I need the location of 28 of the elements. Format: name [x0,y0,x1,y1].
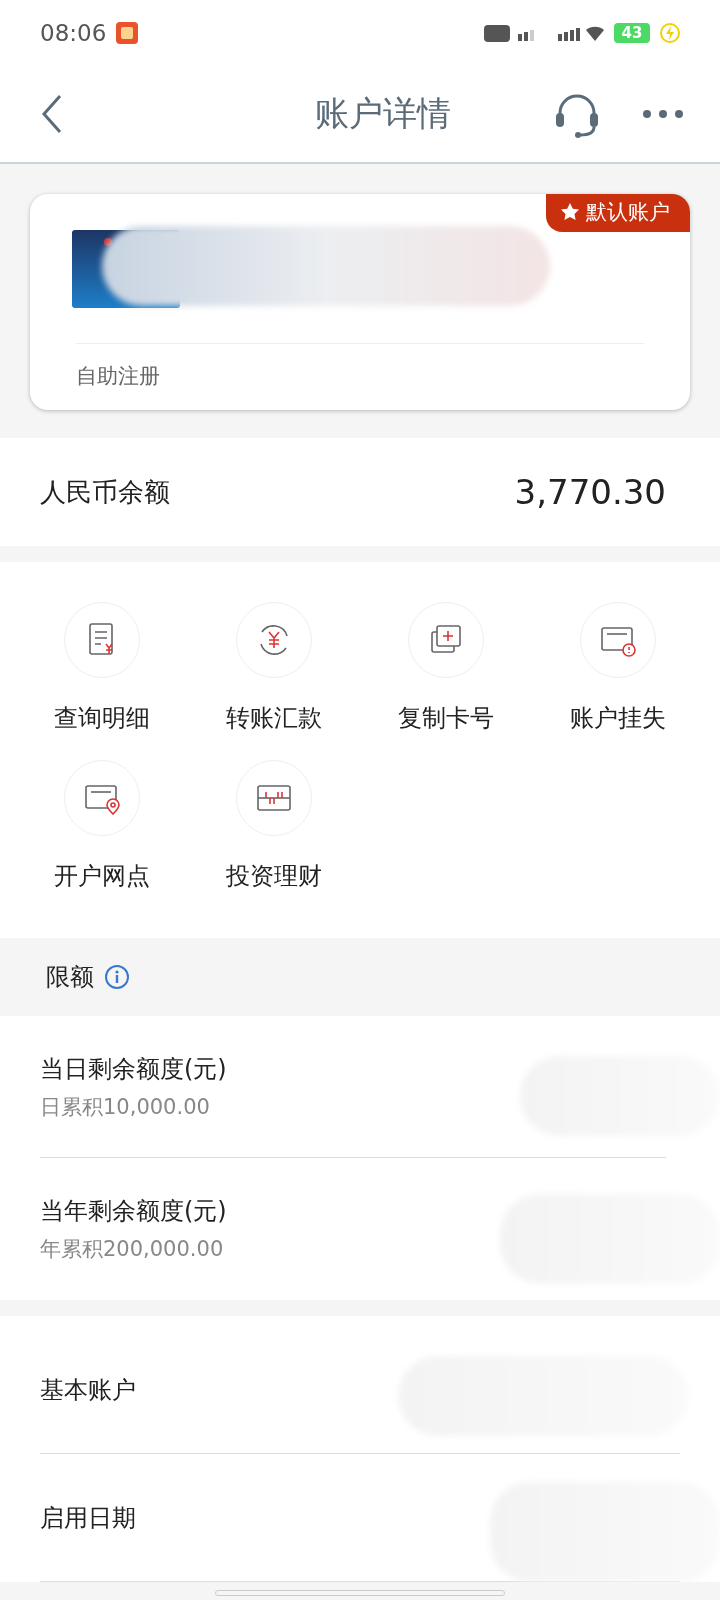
action-button[interactable]: 投资理财 [188,760,360,892]
limit-accumulated: 日累积10,000.00 [40,1093,211,1121]
action-button[interactable]: 开户网点 [16,760,188,892]
section-title: 限额 [46,962,94,993]
charging-icon [660,23,680,43]
account-card[interactable]: 默认账户 自助注册 [30,194,690,410]
signal-icon [484,22,604,44]
limit-accumulated: 年累积200,000.00 [40,1236,225,1263]
detail-label: 基本账户 [40,1374,136,1406]
status-time: 08:06 [40,20,107,46]
action-button[interactable]: 账户挂失 [532,602,704,734]
action-button[interactable]: 复制卡号 [360,602,532,734]
app-notification-icon [116,22,139,44]
info-icon[interactable] [104,964,130,990]
balance-amount: 3,770.30 [514,472,666,512]
more-button[interactable] [642,108,684,120]
registration-type: 自助注册 [76,363,161,390]
action-button[interactable]: 查询明细 [16,602,188,734]
page-title: 账户详情 [314,92,452,135]
action-button[interactable]: 转账汇款 [188,602,360,734]
detail-label: 启用日期 [40,1502,136,1534]
limit-label: 当日剩余额度(元) [40,1053,228,1085]
limit-label: 当年剩余额度(元) [40,1196,228,1227]
default-account-badge: 默认账户 [546,194,690,232]
balance-label: 人民币余额 [40,475,170,509]
back-button[interactable] [40,94,64,134]
battery-indicator: 43 [614,23,650,43]
star-icon [560,202,580,222]
